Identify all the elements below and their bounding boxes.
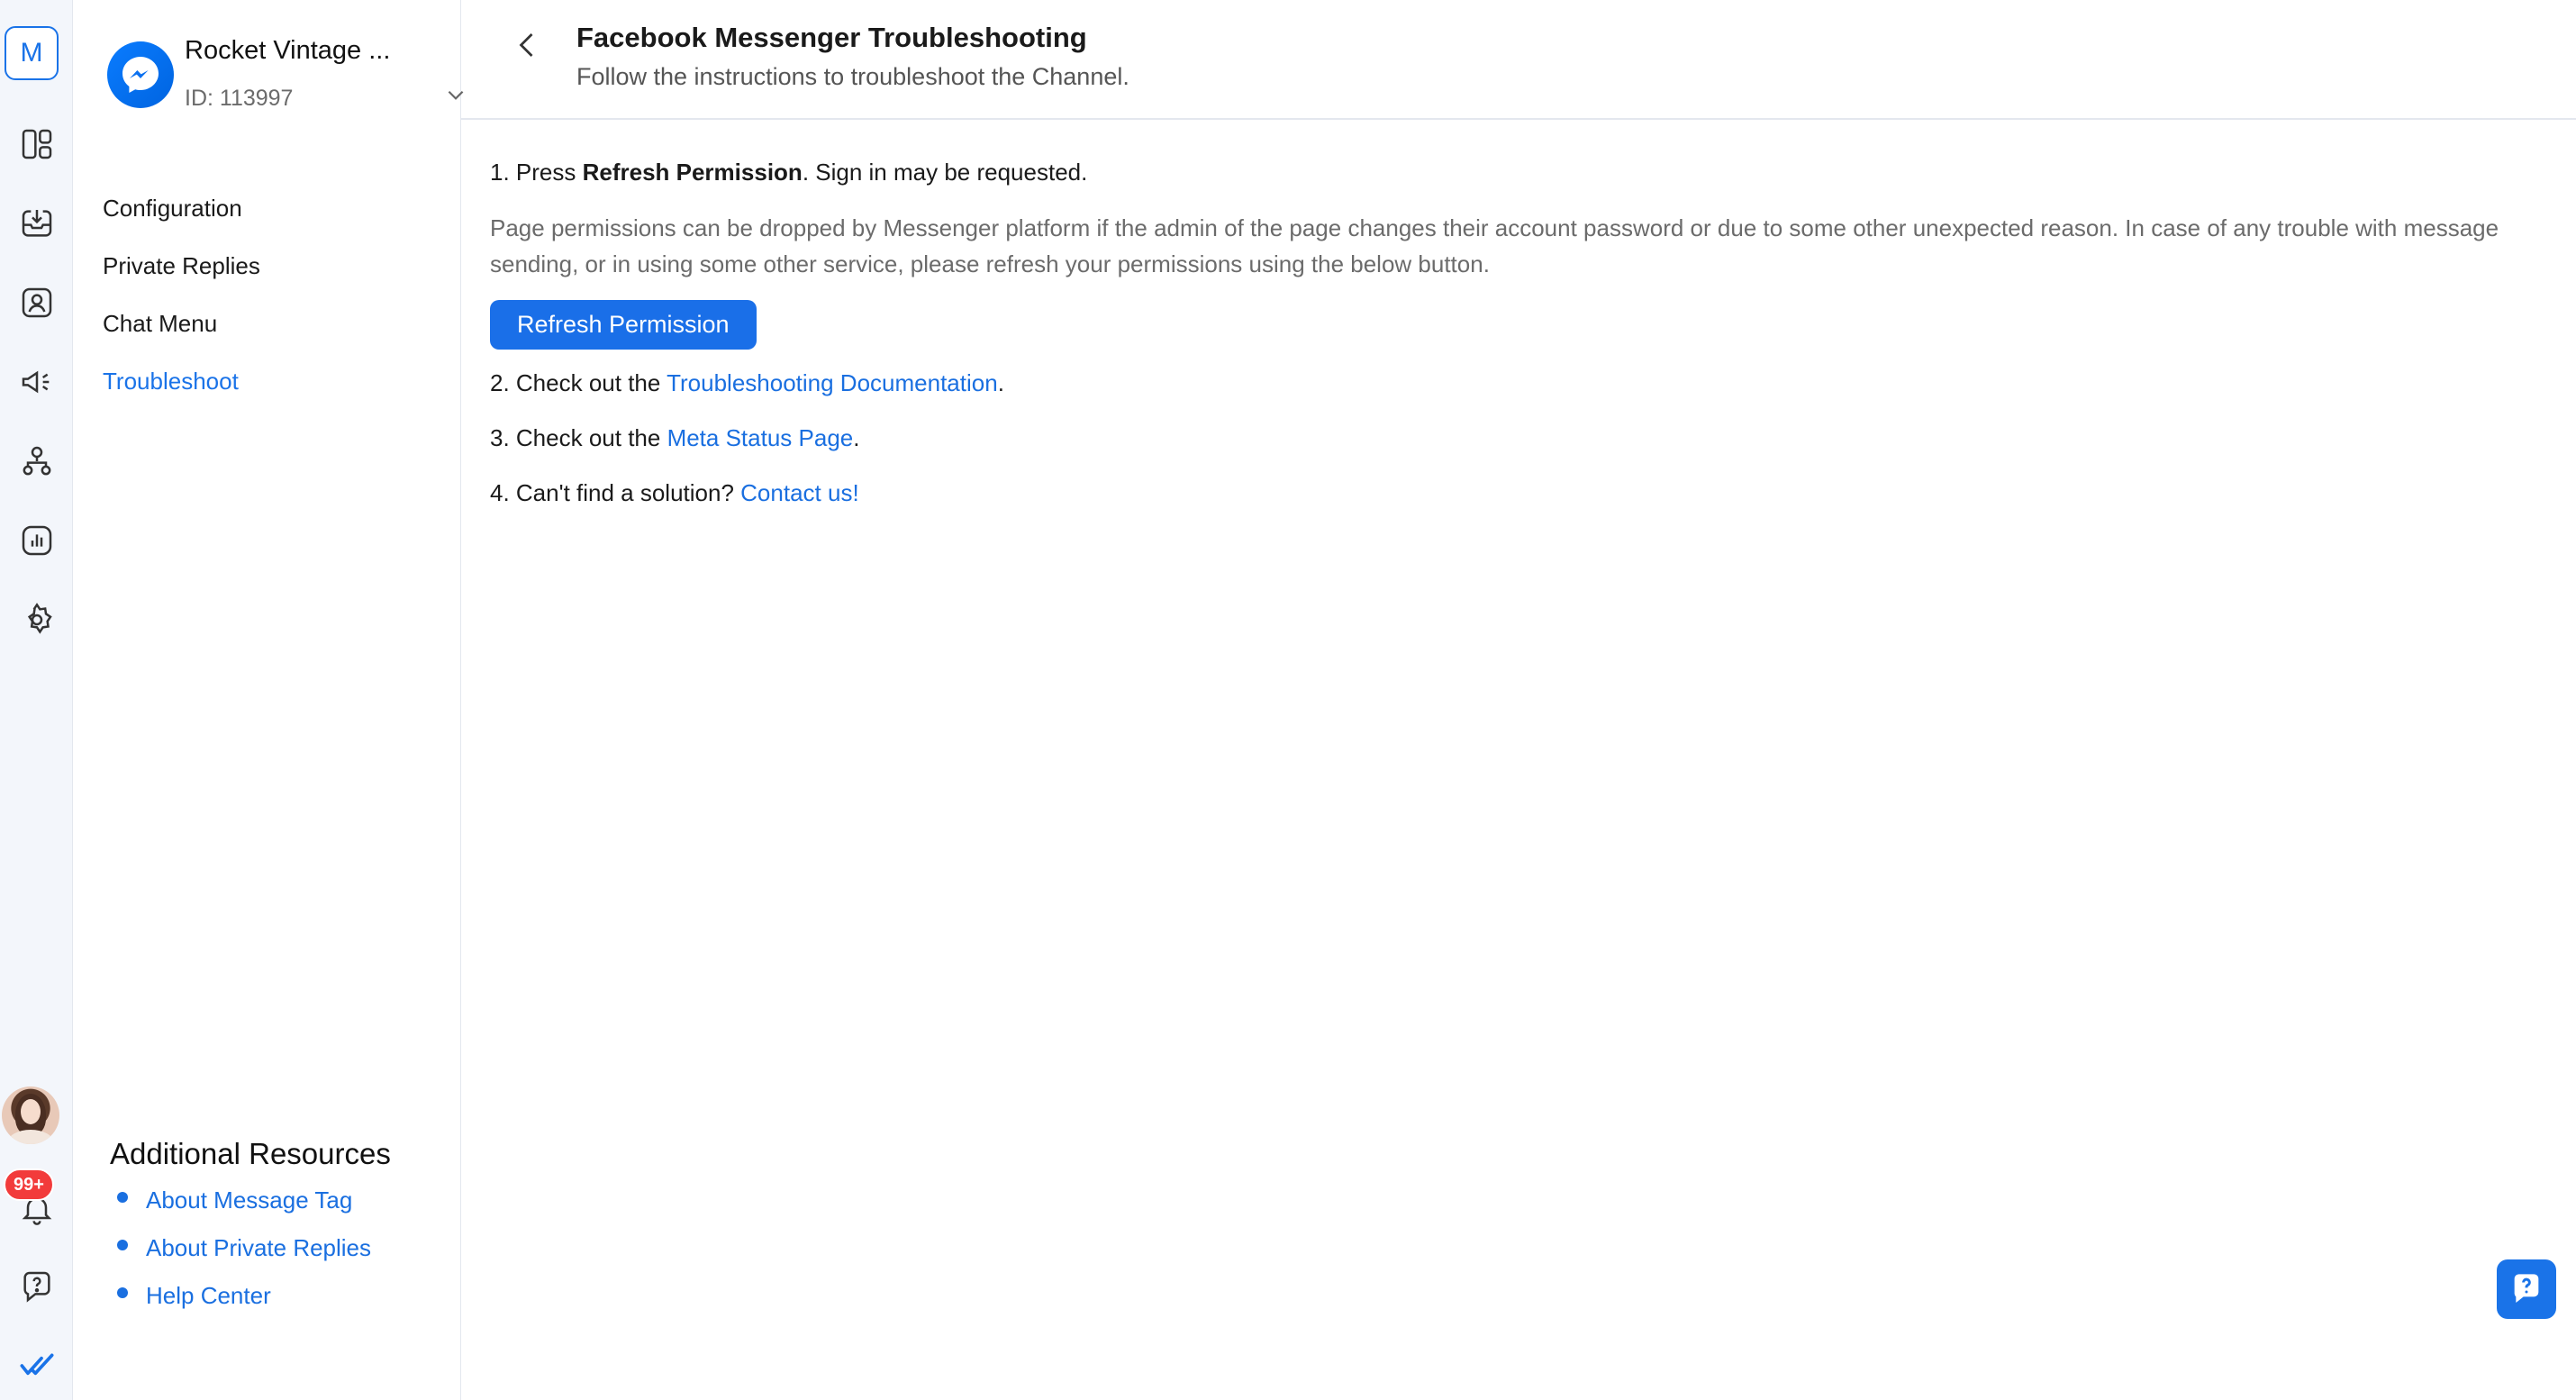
user-avatar[interactable] — [2, 1086, 59, 1144]
resource-link-message-tag[interactable]: About Message Tag — [110, 1184, 391, 1232]
channel-selector[interactable]: Rocket Vintage ... ID: 113997 — [107, 36, 464, 117]
step-3: 3. Check out the Meta Status Page. — [490, 424, 860, 451]
meta-status-link[interactable]: Meta Status Page — [667, 424, 854, 451]
step-4: 4. Can't find a solution? Contact us! — [490, 479, 859, 506]
back-button[interactable] — [504, 22, 551, 68]
page-header: Facebook Messenger Troubleshooting Follo… — [461, 0, 2576, 120]
messenger-icon — [107, 41, 174, 108]
page-subtitle: Follow the instructions to troubleshoot … — [576, 63, 1129, 90]
troubleshoot-content: 1. Press Refresh Permission. Sign in may… — [490, 159, 2562, 507]
settings-icon[interactable] — [0, 593, 73, 647]
contacts-icon[interactable] — [0, 276, 73, 330]
step-1-emphasis: Refresh Permission — [582, 159, 803, 186]
notification-badge: 99+ — [4, 1168, 54, 1201]
step-1: 1. Press Refresh Permission. Sign in may… — [490, 159, 1088, 186]
channel-sidebar: Rocket Vintage ... ID: 113997 Configurat… — [73, 0, 464, 1400]
reports-icon[interactable] — [0, 514, 73, 568]
nav-item-private-replies[interactable]: Private Replies — [103, 247, 260, 305]
workspace-switcher[interactable]: M — [5, 26, 59, 80]
channel-id: ID: 113997 — [185, 86, 294, 111]
troubleshooting-docs-link[interactable]: Troubleshooting Documentation — [667, 369, 998, 396]
workflows-icon[interactable] — [0, 434, 73, 488]
nav-item-troubleshoot[interactable]: Troubleshoot — [103, 362, 260, 420]
contact-us-link[interactable]: Contact us! — [740, 479, 859, 506]
layout-icon[interactable] — [0, 117, 73, 171]
resource-link-private-replies[interactable]: About Private Replies — [110, 1232, 391, 1279]
channel-nav: Configuration Private Replies Chat Menu … — [103, 189, 260, 420]
app-root: M 99+ Rocket Vintage ... ID: 113997 Conf… — [0, 0, 2576, 1400]
help-icon[interactable] — [0, 1259, 73, 1314]
broadcast-icon[interactable] — [0, 355, 73, 409]
chevron-left-icon — [519, 33, 533, 57]
refresh-permission-button[interactable]: Refresh Permission — [490, 300, 757, 350]
left-rail: M 99+ — [0, 0, 73, 1400]
step-2: 2. Check out the Troubleshooting Documen… — [490, 369, 1004, 396]
nav-item-chat-menu[interactable]: Chat Menu — [103, 305, 260, 362]
help-chat-button[interactable] — [2497, 1259, 2556, 1319]
nav-item-configuration[interactable]: Configuration — [103, 189, 260, 247]
inbox-icon[interactable] — [0, 196, 73, 250]
page-title: Facebook Messenger Troubleshooting — [576, 22, 1087, 53]
channel-name: Rocket Vintage ... — [185, 36, 391, 65]
resources-title: Additional Resources — [110, 1137, 391, 1170]
main-panel: Facebook Messenger Troubleshooting Follo… — [461, 0, 2576, 1400]
brand-logo-icon[interactable] — [0, 1339, 73, 1393]
additional-resources: Additional Resources About Message Tag A… — [110, 1137, 391, 1327]
permission-description: Page permissions can be dropped by Messe… — [490, 214, 2499, 277]
chat-help-icon — [2514, 1274, 2539, 1303]
resource-link-help-center[interactable]: Help Center — [110, 1279, 391, 1327]
